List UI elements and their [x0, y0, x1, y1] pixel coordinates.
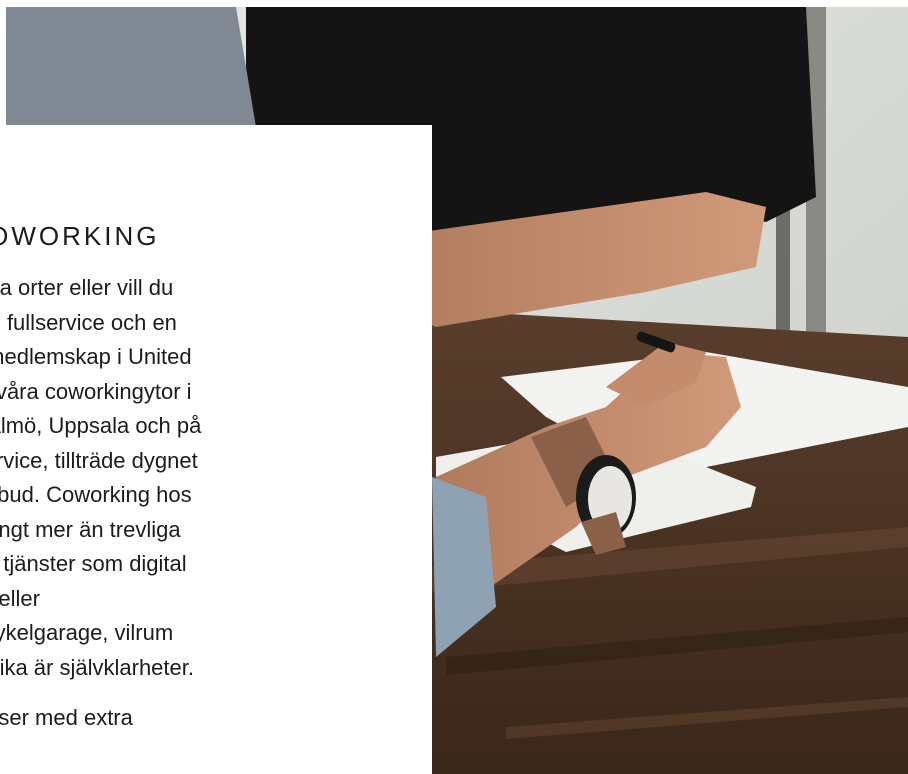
- body-line: borg, Malmö, Uppsala och på: [0, 413, 202, 438]
- body-line: rvice? Cykelgarage, vilrum: [0, 620, 174, 645]
- body-paragraph: et på flera orter eller vill du larbetar…: [0, 271, 354, 685]
- body-line: ed fullservice, tillträde dygnet: [0, 447, 198, 473]
- body-line: tjänsteutbud. Coworking hos: [0, 482, 192, 507]
- body-line: et på flera orter eller vill du: [0, 275, 174, 300]
- section-heading: ED COWORKING: [0, 221, 160, 251]
- body-line: sägs om tjänster som digital: [0, 551, 187, 576]
- body-line: larbetare fullservice och en: [0, 309, 177, 335]
- body-line: å jobbet eller: [0, 585, 40, 611]
- card-text-block: ED COWORKING et på flera orter eller vil…: [0, 125, 354, 736]
- body-line: gång till våra coworkingytor i: [0, 378, 192, 404]
- body-line: bjuder långt mer än trevliga: [0, 516, 181, 542]
- body-line: schysst fika är självklarheter.: [0, 654, 194, 680]
- body-line: Köp till medlemskap i United: [0, 344, 192, 369]
- body-line: rbetsplatser med extra: [0, 705, 133, 730]
- content-card: ED COWORKING et på flera orter eller vil…: [0, 125, 432, 774]
- second-paragraph: rbetsplatser med extra: [0, 701, 354, 736]
